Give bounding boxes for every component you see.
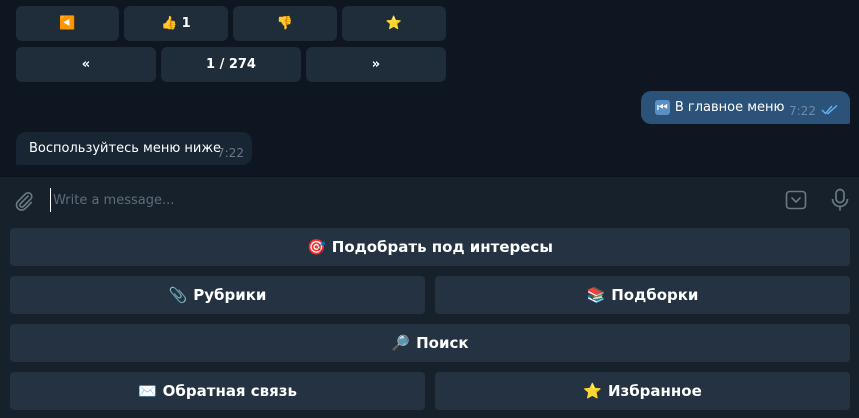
- envelope-icon: ✉️: [137, 382, 157, 400]
- rubrics-button[interactable]: 📎 Рубрики: [10, 276, 425, 314]
- star-icon: ⭐: [385, 16, 403, 31]
- incoming-message[interactable]: Воспользуйтесь меню ниже 7:22: [16, 132, 252, 165]
- next-page-label: »: [371, 57, 381, 72]
- button-label: Рубрики: [193, 286, 267, 304]
- button-label: Поиск: [416, 334, 469, 352]
- search-button[interactable]: 🔎 Поиск: [10, 324, 850, 362]
- outgoing-message[interactable]: ⏮ В главное меню 7:22: [641, 91, 850, 124]
- inline-next-page-button[interactable]: »: [306, 47, 446, 82]
- thumbs-up-icon: 👍: [161, 16, 178, 31]
- message-input[interactable]: [50, 188, 755, 212]
- prev-page-label: «: [81, 57, 91, 72]
- collections-button[interactable]: 📚 Подборки: [435, 276, 850, 314]
- like-count: 1: [181, 16, 191, 31]
- message-time: 7:22: [217, 146, 244, 160]
- paperclip-icon: 📎: [168, 286, 188, 304]
- button-label: Избранное: [607, 382, 702, 400]
- read-checkmarks-icon: [821, 104, 839, 119]
- inline-page-indicator-button[interactable]: 1 / 274: [161, 47, 301, 82]
- favorites-button[interactable]: ⭐ Избранное: [435, 372, 850, 410]
- star-icon: ⭐: [583, 382, 602, 400]
- magnifier-icon: 🔎: [391, 334, 411, 352]
- page-indicator-label: 1 / 274: [206, 57, 256, 72]
- pick-by-interests-button[interactable]: 🎯 Подобрать под интересы: [10, 228, 850, 266]
- inline-prev-page-button[interactable]: «: [16, 47, 156, 82]
- attach-icon[interactable]: [12, 189, 36, 213]
- button-label: Обратная связь: [162, 382, 298, 400]
- microphone-icon[interactable]: [828, 187, 852, 213]
- back-arrow-icon: ◀️: [59, 16, 76, 31]
- target-icon: 🎯: [307, 238, 326, 256]
- inline-back-button[interactable]: ◀️: [16, 6, 119, 41]
- inline-dislike-button[interactable]: 👎: [233, 6, 337, 41]
- reply-keyboard: 🎯 Подобрать под интересы 📎 Рубрики 📚 Под…: [0, 222, 859, 418]
- inline-like-button[interactable]: 👍 1: [124, 6, 228, 41]
- message-composer: [0, 176, 859, 223]
- bot-keyboard-toggle-icon[interactable]: [784, 188, 808, 212]
- rewind-icon: ⏮: [655, 100, 670, 115]
- button-label: Подборки: [611, 286, 699, 304]
- message-time: 7:22: [789, 104, 816, 118]
- message-text: Воспользуйтесь меню ниже: [29, 141, 222, 156]
- message-text: В главное меню: [674, 100, 785, 115]
- books-icon: 📚: [586, 286, 606, 304]
- inline-favorite-button[interactable]: ⭐: [342, 6, 446, 41]
- button-label: Подобрать под интересы: [331, 238, 553, 256]
- thumbs-down-icon: 👎: [276, 16, 294, 31]
- feedback-button[interactable]: ✉️ Обратная связь: [10, 372, 425, 410]
